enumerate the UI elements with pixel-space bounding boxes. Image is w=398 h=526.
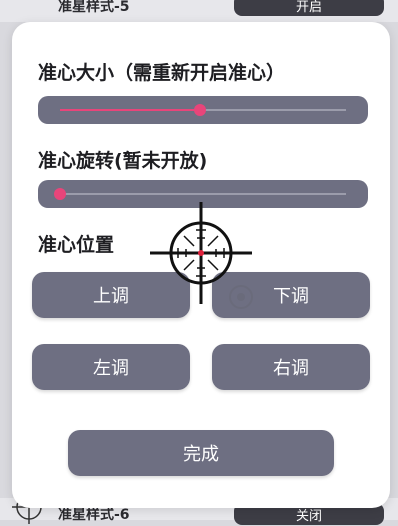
slider-rail xyxy=(60,193,346,195)
slider-thumb[interactable] xyxy=(194,104,207,116)
slider-thumb[interactable] xyxy=(54,188,66,200)
background-toggle-button[interactable]: 开启 xyxy=(234,0,384,16)
position-title: 准心位置 xyxy=(38,234,115,256)
background-row-label: 准星样式-5 xyxy=(58,0,130,15)
move-left-button[interactable]: 左调 xyxy=(32,344,190,390)
watermark-icon xyxy=(229,285,253,309)
slider-fill xyxy=(60,109,201,111)
rotation-title: 准心旋转(暂未开放) xyxy=(38,150,208,172)
size-slider[interactable] xyxy=(38,96,368,124)
size-title: 准心大小（需重新开启准心） xyxy=(38,62,286,84)
background-row-top: 准星样式-5 开启 xyxy=(0,0,398,22)
move-right-button[interactable]: 右调 xyxy=(212,344,370,390)
done-button[interactable]: 完成 xyxy=(68,430,334,476)
